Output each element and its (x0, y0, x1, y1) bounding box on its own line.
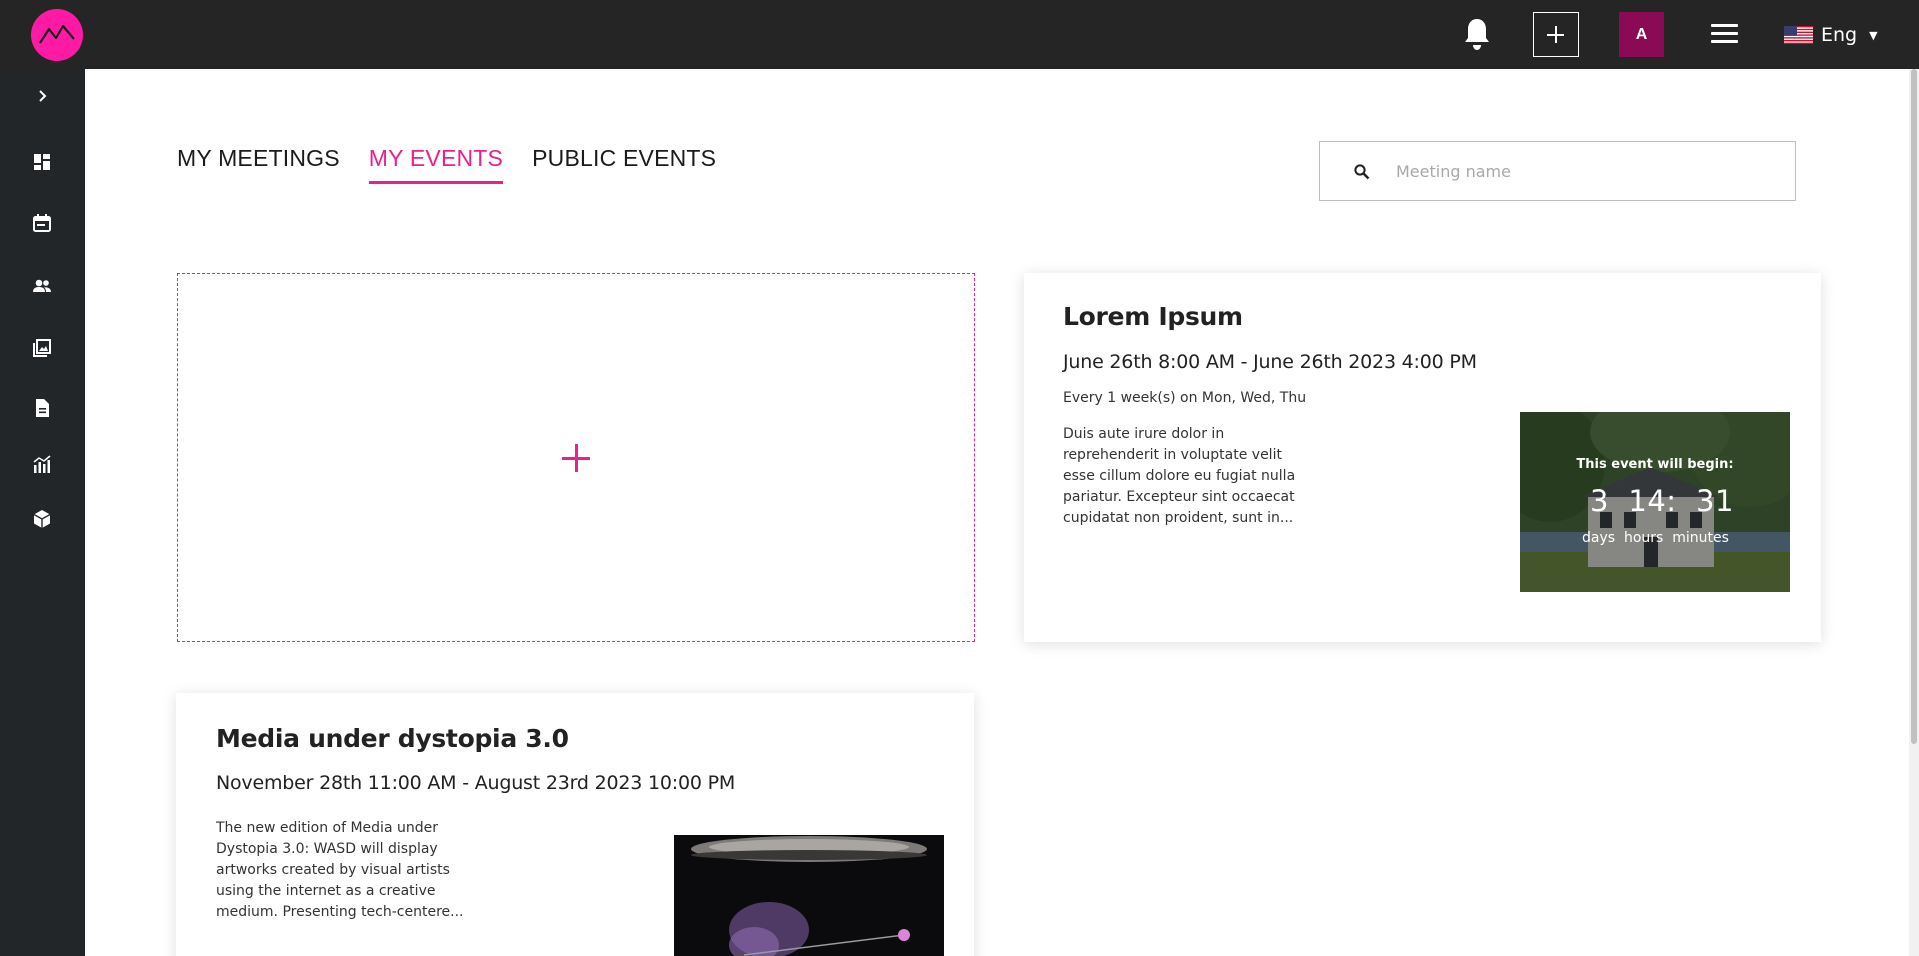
scrollbar-thumb[interactable] (1911, 69, 1917, 744)
menu-icon[interactable] (1711, 24, 1738, 44)
bell-icon[interactable] (1462, 17, 1492, 51)
us-flag-icon (1784, 26, 1813, 44)
event-title: Lorem Ipsum (1063, 302, 1243, 331)
tab-public-events[interactable]: PUBLIC EVENTS (532, 145, 716, 184)
caret-down-icon: ▼ (1869, 28, 1878, 42)
main-content: MY MEETINGS MY EVENTS PUBLIC EVENTS Lore… (85, 69, 1919, 956)
tab-my-meetings[interactable]: MY MEETINGS (177, 145, 340, 184)
event-recurrence: Every 1 week(s) on Mon, Wed, Thu (1063, 390, 1307, 406)
sidebar (0, 69, 85, 956)
plus-icon (562, 444, 590, 472)
search-input[interactable] (1396, 152, 1776, 190)
event-card[interactable]: Lorem Ipsum June 26th 8:00 AM - June 26t… (1024, 273, 1821, 642)
sidebar-expand-button[interactable] (31, 85, 53, 107)
calendar-icon[interactable] (32, 213, 52, 233)
language-selector[interactable]: Eng ▼ (1784, 21, 1878, 49)
event-thumbnail (674, 835, 944, 956)
unit-minutes: minutes (1672, 530, 1729, 546)
logo-mountain-icon (39, 24, 75, 44)
document-icon[interactable] (32, 398, 52, 418)
search-box (1319, 141, 1796, 201)
chevron-right-icon (39, 90, 47, 102)
user-avatar[interactable]: A (1619, 12, 1664, 57)
countdown-hours: 14 (1628, 484, 1667, 518)
search-icon (1354, 164, 1370, 180)
event-thumbnail: This event will begin: 3 14: 31 days hou… (1520, 412, 1790, 592)
event-description: The new edition of Media under Dystopia … (216, 820, 464, 920)
event-card[interactable]: Media under dystopia 3.0 November 28th 1… (176, 693, 974, 956)
dashboard-icon[interactable] (32, 152, 52, 172)
countdown-days: 3 (1590, 484, 1609, 518)
tab-bar: MY MEETINGS MY EVENTS PUBLIC EVENTS (177, 145, 745, 184)
create-new-button[interactable] (1533, 12, 1579, 57)
page-scrollbar[interactable] (1909, 69, 1919, 956)
countdown-separator: : (1666, 484, 1677, 518)
cube-icon[interactable] (32, 509, 52, 529)
tab-my-events[interactable]: MY EVENTS (368, 145, 504, 184)
app-logo[interactable] (31, 9, 83, 61)
analytics-icon[interactable] (32, 454, 52, 474)
event-dates: November 28th 11:00 AM - August 23rd 202… (216, 772, 736, 794)
event-title: Media under dystopia 3.0 (216, 724, 569, 753)
gallery-icon[interactable] (32, 338, 52, 358)
add-event-card[interactable] (177, 273, 975, 642)
language-label: Eng (1821, 24, 1858, 46)
countdown-label: This event will begin: (1576, 457, 1734, 472)
countdown-units: days hours minutes (1582, 530, 1729, 546)
countdown-minutes: 31 (1696, 484, 1734, 518)
event-description: Duis aute irure dolor in reprehenderit i… (1063, 426, 1296, 526)
top-bar: A Eng ▼ (0, 0, 1919, 69)
countdown-values: 3 14: 31 (1590, 484, 1734, 518)
unit-days: days (1582, 530, 1616, 546)
unit-hours: hours (1623, 530, 1664, 546)
artwork-image (674, 835, 944, 956)
people-icon[interactable] (32, 276, 52, 296)
event-dates: June 26th 8:00 AM - June 26th 2023 4:00 … (1063, 351, 1477, 373)
